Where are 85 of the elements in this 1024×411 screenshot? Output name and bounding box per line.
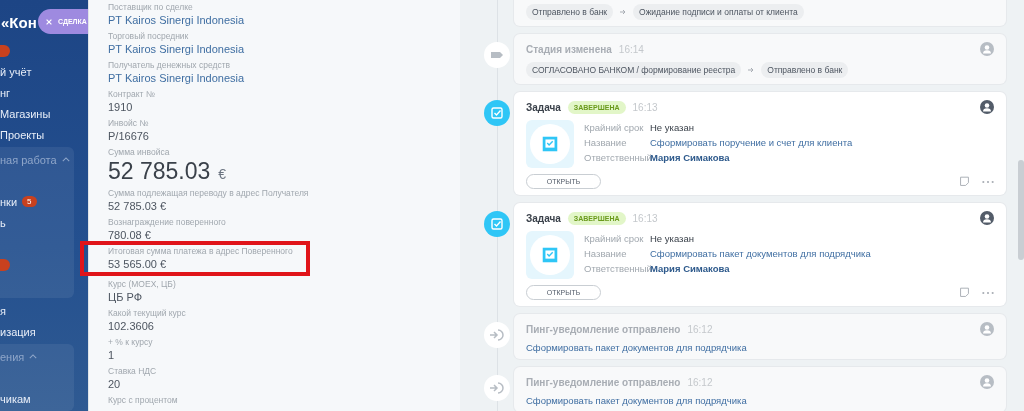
field-label: Ставка НДС (108, 366, 158, 377)
note-icon[interactable] (959, 176, 970, 187)
note-icon[interactable] (959, 287, 970, 298)
logo: «Кон (1, 13, 37, 31)
field-label: Курс с процентом (108, 395, 179, 406)
person-link[interactable]: Мария Симакова (650, 152, 730, 164)
task-field-value: Не указан (650, 233, 694, 245)
more-icon[interactable] (982, 290, 994, 295)
stage-tag: Отправлено в банк (761, 62, 849, 78)
field-label: Итоговая сумма платежа в адрес Поверенного (108, 246, 294, 257)
field-value: 1910 (108, 100, 134, 114)
more-icon[interactable] (982, 179, 994, 184)
company-link[interactable]: PT Kairos Sinergi Indonesia (108, 13, 460, 27)
field-label: Инвойс № (108, 118, 150, 129)
ping-icon (484, 322, 510, 348)
stage-tag: Отправлено в банк (526, 4, 614, 20)
menu-item[interactable]: нг (0, 82, 88, 103)
user-avatar-icon (980, 322, 994, 336)
field-label: Курс (MOEX, ЦБ) (108, 279, 177, 290)
close-icon (45, 17, 53, 26)
ping-icon (484, 375, 510, 401)
field-value: ЦБ РФ (108, 290, 143, 304)
arrow-icon (747, 66, 756, 74)
event-title: Стадия изменена (526, 43, 612, 55)
task-link[interactable]: Сформировать поручение и счет для клиента (650, 137, 853, 149)
field-label: Вознаграждение поверенного (108, 217, 227, 228)
field-label: Контракт № (108, 89, 156, 100)
stage-tag: Ожидание подписи и оплаты от клиента (633, 4, 804, 20)
user-avatar-icon (980, 375, 994, 389)
currency-symbol: € (218, 166, 227, 182)
arrow-icon (619, 8, 628, 16)
menu-item[interactable]: чикам (0, 388, 74, 409)
event-title: Пинг-уведомление отправлено (526, 323, 681, 335)
event-title: Задача (526, 212, 561, 224)
menu-item[interactable]: Магазины (0, 103, 88, 124)
field-value: 780.08 € (108, 228, 152, 242)
menu-item[interactable]: Проекты (0, 124, 88, 145)
chevron-icon (29, 354, 38, 359)
field-label: Поставщик по сделке (108, 2, 194, 13)
task-link[interactable]: Сформировать пакет документов для подрядчика (526, 395, 994, 406)
user-avatar-icon (980, 211, 994, 225)
event-time: 16:13 (632, 101, 658, 113)
tag-icon (484, 42, 510, 68)
person-link[interactable]: Мария Симакова (650, 263, 730, 275)
chevron-icon (61, 157, 70, 162)
task-field-label: Крайний срок (584, 122, 645, 134)
field-label: + % к курсу (108, 337, 154, 348)
stage-tag: СОГЛАСОВАНО БАНКОМ / формирование реестра (526, 62, 742, 78)
menu-item[interactable]: я (0, 300, 88, 321)
field-label: Получатель денежных средств (108, 60, 232, 71)
task-field-label: Ответственный (584, 152, 650, 164)
field-value: 102.3606 (108, 319, 155, 333)
menu-item[interactable]: ь (0, 212, 74, 233)
field-value: 1 (108, 348, 116, 362)
field-value: 20 (108, 377, 122, 391)
task-link[interactable]: Сформировать пакет документов для подрядчика (650, 248, 871, 260)
field-value: 52 785.03 € (108, 199, 168, 213)
task-field-value: Не указан (650, 122, 694, 134)
field-value: 53 565.00 € (108, 257, 168, 271)
event-time: 16:13 (632, 212, 658, 224)
checkbox-icon (484, 100, 510, 126)
event-title: Пинг-уведомление отправлено (526, 376, 681, 388)
field-value: P/16676 (108, 129, 150, 143)
checkbox-icon (484, 211, 510, 237)
task-field-label: Крайний срок (584, 233, 645, 245)
invoice-amount: 52 785.03 (108, 158, 211, 184)
menu-item[interactable]: й учёт (0, 61, 88, 82)
menu-item[interactable]: изация (0, 321, 88, 342)
counter-badge (0, 44, 10, 57)
task-field-label: Название (584, 248, 628, 260)
task-field-label: Ответственный (584, 263, 650, 275)
field-label: Сумма инвойса (108, 147, 171, 158)
counter-badge (0, 258, 10, 271)
task-field-label: Название (584, 137, 628, 149)
field-label: Сумма подлежащая переводу в адрес Получателя (108, 188, 310, 199)
company-link[interactable]: PT Kairos Sinergi Indonesia (108, 42, 460, 56)
menu-item[interactable]: нки 5 (0, 191, 74, 212)
user-avatar-icon (980, 42, 994, 56)
company-link[interactable]: PT Kairos Sinergi Indonesia (108, 71, 460, 85)
user-avatar-icon (980, 100, 994, 114)
field-label: Какой текущий курс (108, 308, 187, 319)
counter-badge: 5 (22, 196, 37, 207)
event-title: Задача (526, 101, 561, 113)
task-link[interactable]: Сформировать пакет документов для подрядчика (526, 342, 994, 353)
field-label: Торговый посредник (108, 31, 190, 42)
